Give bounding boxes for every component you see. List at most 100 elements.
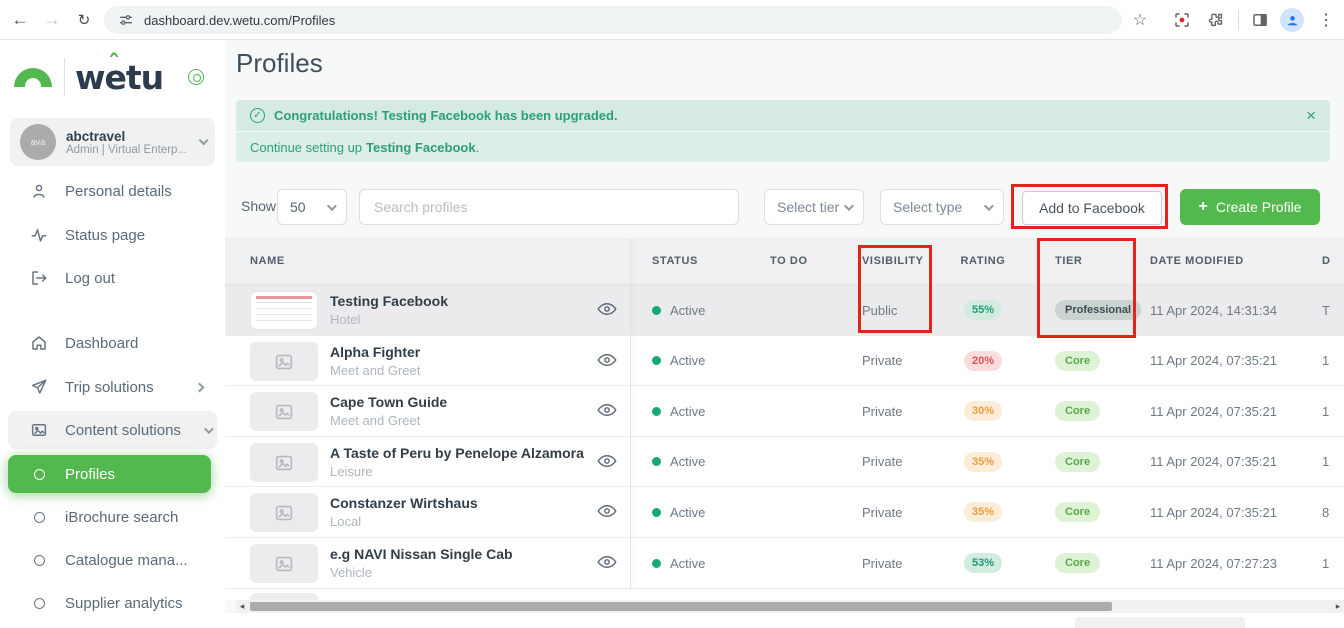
- visibility-value: Private: [862, 336, 902, 385]
- type-filter-value: Select type: [893, 199, 962, 215]
- type-filter-select[interactable]: Select type: [880, 189, 1004, 225]
- table-row[interactable]: Constanzer Wirtshaus Local Active Privat…: [225, 487, 1344, 538]
- column-header-date-modified[interactable]: DATE MODIFIED: [1150, 238, 1244, 284]
- column-header-status[interactable]: STATUS: [652, 238, 698, 284]
- page-size-select[interactable]: 50: [277, 189, 347, 225]
- search-input[interactable]: [359, 189, 739, 225]
- scroll-right-arrow[interactable]: ▸: [1332, 600, 1344, 613]
- sidebar-item-ibrochure-search[interactable]: iBrochure search: [8, 498, 217, 536]
- tier-badge: Core: [1055, 452, 1100, 472]
- sidebar-item-status-page[interactable]: Status page: [8, 216, 217, 254]
- account-avatar: ava: [20, 124, 56, 160]
- circle-icon: [30, 551, 48, 569]
- profile-name: Alpha Fighter: [330, 344, 420, 360]
- column-header-rating[interactable]: RATING: [956, 238, 1010, 284]
- eye-icon[interactable]: [597, 401, 619, 419]
- sidebar-item-trip-solutions[interactable]: Trip solutions: [8, 368, 217, 406]
- eye-icon[interactable]: [597, 351, 619, 369]
- scrollbar-thumb[interactable]: [250, 602, 1112, 611]
- screen-capture-icon[interactable]: [1170, 8, 1194, 32]
- table-row[interactable]: Testing Facebook Hotel Active Public 55%…: [225, 285, 1344, 336]
- back-button[interactable]: ←: [8, 8, 32, 32]
- visibility-value: Private: [862, 487, 902, 537]
- sidebar-item-log-out[interactable]: Log out: [8, 259, 217, 297]
- sidebar: wetu ˆ ava abctravel Admin | Virtual Ent…: [0, 40, 225, 628]
- placeholder-image-icon: [250, 544, 318, 583]
- status-text: Active: [670, 353, 705, 368]
- eye-icon[interactable]: [597, 452, 619, 470]
- table-row[interactable]: Alpha Fighter Meet and Greet Active Priv…: [225, 336, 1344, 386]
- column-header-truncated[interactable]: D: [1322, 238, 1331, 284]
- column-header-tier[interactable]: TIER: [1055, 238, 1082, 284]
- status-dot: [652, 457, 661, 466]
- site-settings-icon[interactable]: [118, 12, 134, 28]
- visibility-value: Private: [862, 437, 902, 486]
- horizontal-scrollbar[interactable]: ◂ ▸: [236, 600, 1344, 613]
- rating-badge: 20%: [964, 351, 1002, 371]
- partially-visible-row: [225, 589, 1344, 600]
- check-circle-icon: ✓: [250, 108, 265, 123]
- tier-filter-value: Select tier: [777, 199, 839, 215]
- table-toolbar: Show 50 Select tier Select type Add to F…: [225, 188, 1344, 226]
- sidebar-item-label: Log out: [65, 270, 115, 287]
- truncated-cell: 1: [1322, 386, 1329, 436]
- profile-type: Meet and Greet: [330, 413, 447, 428]
- create-profile-button[interactable]: + Create Profile: [1180, 189, 1320, 225]
- placeholder-image-icon: [250, 493, 318, 532]
- table-row[interactable]: Cape Town Guide Meet and Greet Active Pr…: [225, 386, 1344, 437]
- table-row[interactable]: e.g NAVI Nissan Single Cab Vehicle Activ…: [225, 538, 1344, 589]
- table-header: NAME STATUS TO DO VISIBILITY RATING TIER…: [225, 238, 1344, 285]
- column-header-visibility[interactable]: VISIBILITY: [862, 238, 924, 284]
- banner-continue-text: Continue setting up: [250, 140, 362, 155]
- sidebar-item-content-solutions[interactable]: Content solutions: [8, 411, 217, 449]
- date-modified: 11 Apr 2024, 07:35:21: [1150, 386, 1277, 436]
- sidebar-item-catalogue-manager[interactable]: Catalogue mana...: [8, 541, 217, 579]
- sidebar-item-profiles-active[interactable]: Profiles: [8, 455, 211, 493]
- sidebar-item-dashboard[interactable]: Dashboard: [8, 324, 217, 362]
- eye-icon[interactable]: [597, 300, 619, 318]
- logo-divider: [64, 58, 65, 96]
- account-switcher[interactable]: ava abctravel Admin | Virtual Enterp...: [10, 118, 215, 166]
- browser-profile-avatar[interactable]: [1280, 8, 1304, 32]
- status-text: Active: [670, 303, 705, 318]
- app-area: wetu ˆ ava abctravel Admin | Virtual Ent…: [0, 40, 1344, 628]
- rating-badge: 30%: [964, 401, 1002, 421]
- target-icon[interactable]: [188, 69, 204, 85]
- eye-icon[interactable]: [597, 553, 619, 571]
- scroll-left-arrow[interactable]: ◂: [236, 600, 248, 613]
- profile-name: A Taste of Peru by Penelope Alzamora: [330, 445, 584, 461]
- profile-name: Cape Town Guide: [330, 394, 447, 410]
- eye-icon[interactable]: [597, 502, 619, 520]
- profile-type: Local: [330, 514, 478, 529]
- sidebar-item-personal-details[interactable]: Personal details: [8, 172, 217, 210]
- success-banner: ✓ Congratulations! Testing Facebook has …: [236, 100, 1330, 131]
- placeholder-image-icon: [250, 443, 318, 482]
- column-header-todo[interactable]: TO DO: [770, 238, 808, 284]
- bookmark-star-icon[interactable]: ☆: [1128, 8, 1152, 32]
- table-row[interactable]: A Taste of Peru by Penelope Alzamora Lei…: [225, 437, 1344, 487]
- tier-filter-select[interactable]: Select tier: [764, 189, 864, 225]
- add-to-facebook-button[interactable]: Add to Facebook: [1022, 191, 1162, 225]
- visibility-value: Private: [862, 386, 902, 436]
- visibility-value: Public: [862, 285, 897, 335]
- circle-icon: [30, 594, 48, 612]
- column-header-name[interactable]: NAME: [250, 238, 285, 284]
- browser-menu-icon[interactable]: ⋮: [1314, 8, 1338, 32]
- sidebar-item-supplier-analytics[interactable]: Supplier analytics: [8, 584, 217, 622]
- create-profile-label: Create Profile: [1216, 199, 1302, 215]
- profile-type: Meet and Greet: [330, 363, 420, 378]
- address-bar[interactable]: dashboard.dev.wetu.com/Profiles: [104, 6, 1122, 34]
- close-icon[interactable]: ×: [1306, 107, 1316, 124]
- chevron-right-icon: [195, 382, 205, 392]
- reload-button[interactable]: ↻: [72, 8, 96, 32]
- url-text[interactable]: dashboard.dev.wetu.com/Profiles: [144, 13, 335, 28]
- rating-badge: 35%: [964, 452, 1002, 472]
- banner-profile-link[interactable]: Testing Facebook: [366, 140, 476, 155]
- send-icon: [30, 378, 48, 396]
- browser-window: ← → ↻ dashboard.dev.wetu.com/Profiles ☆: [0, 0, 1344, 628]
- side-panel-icon[interactable]: [1248, 8, 1272, 32]
- wetu-logo[interactable]: wetu ˆ: [14, 54, 210, 100]
- extensions-icon[interactable]: [1204, 8, 1228, 32]
- forward-button[interactable]: →: [40, 8, 64, 32]
- home-icon: [30, 334, 48, 352]
